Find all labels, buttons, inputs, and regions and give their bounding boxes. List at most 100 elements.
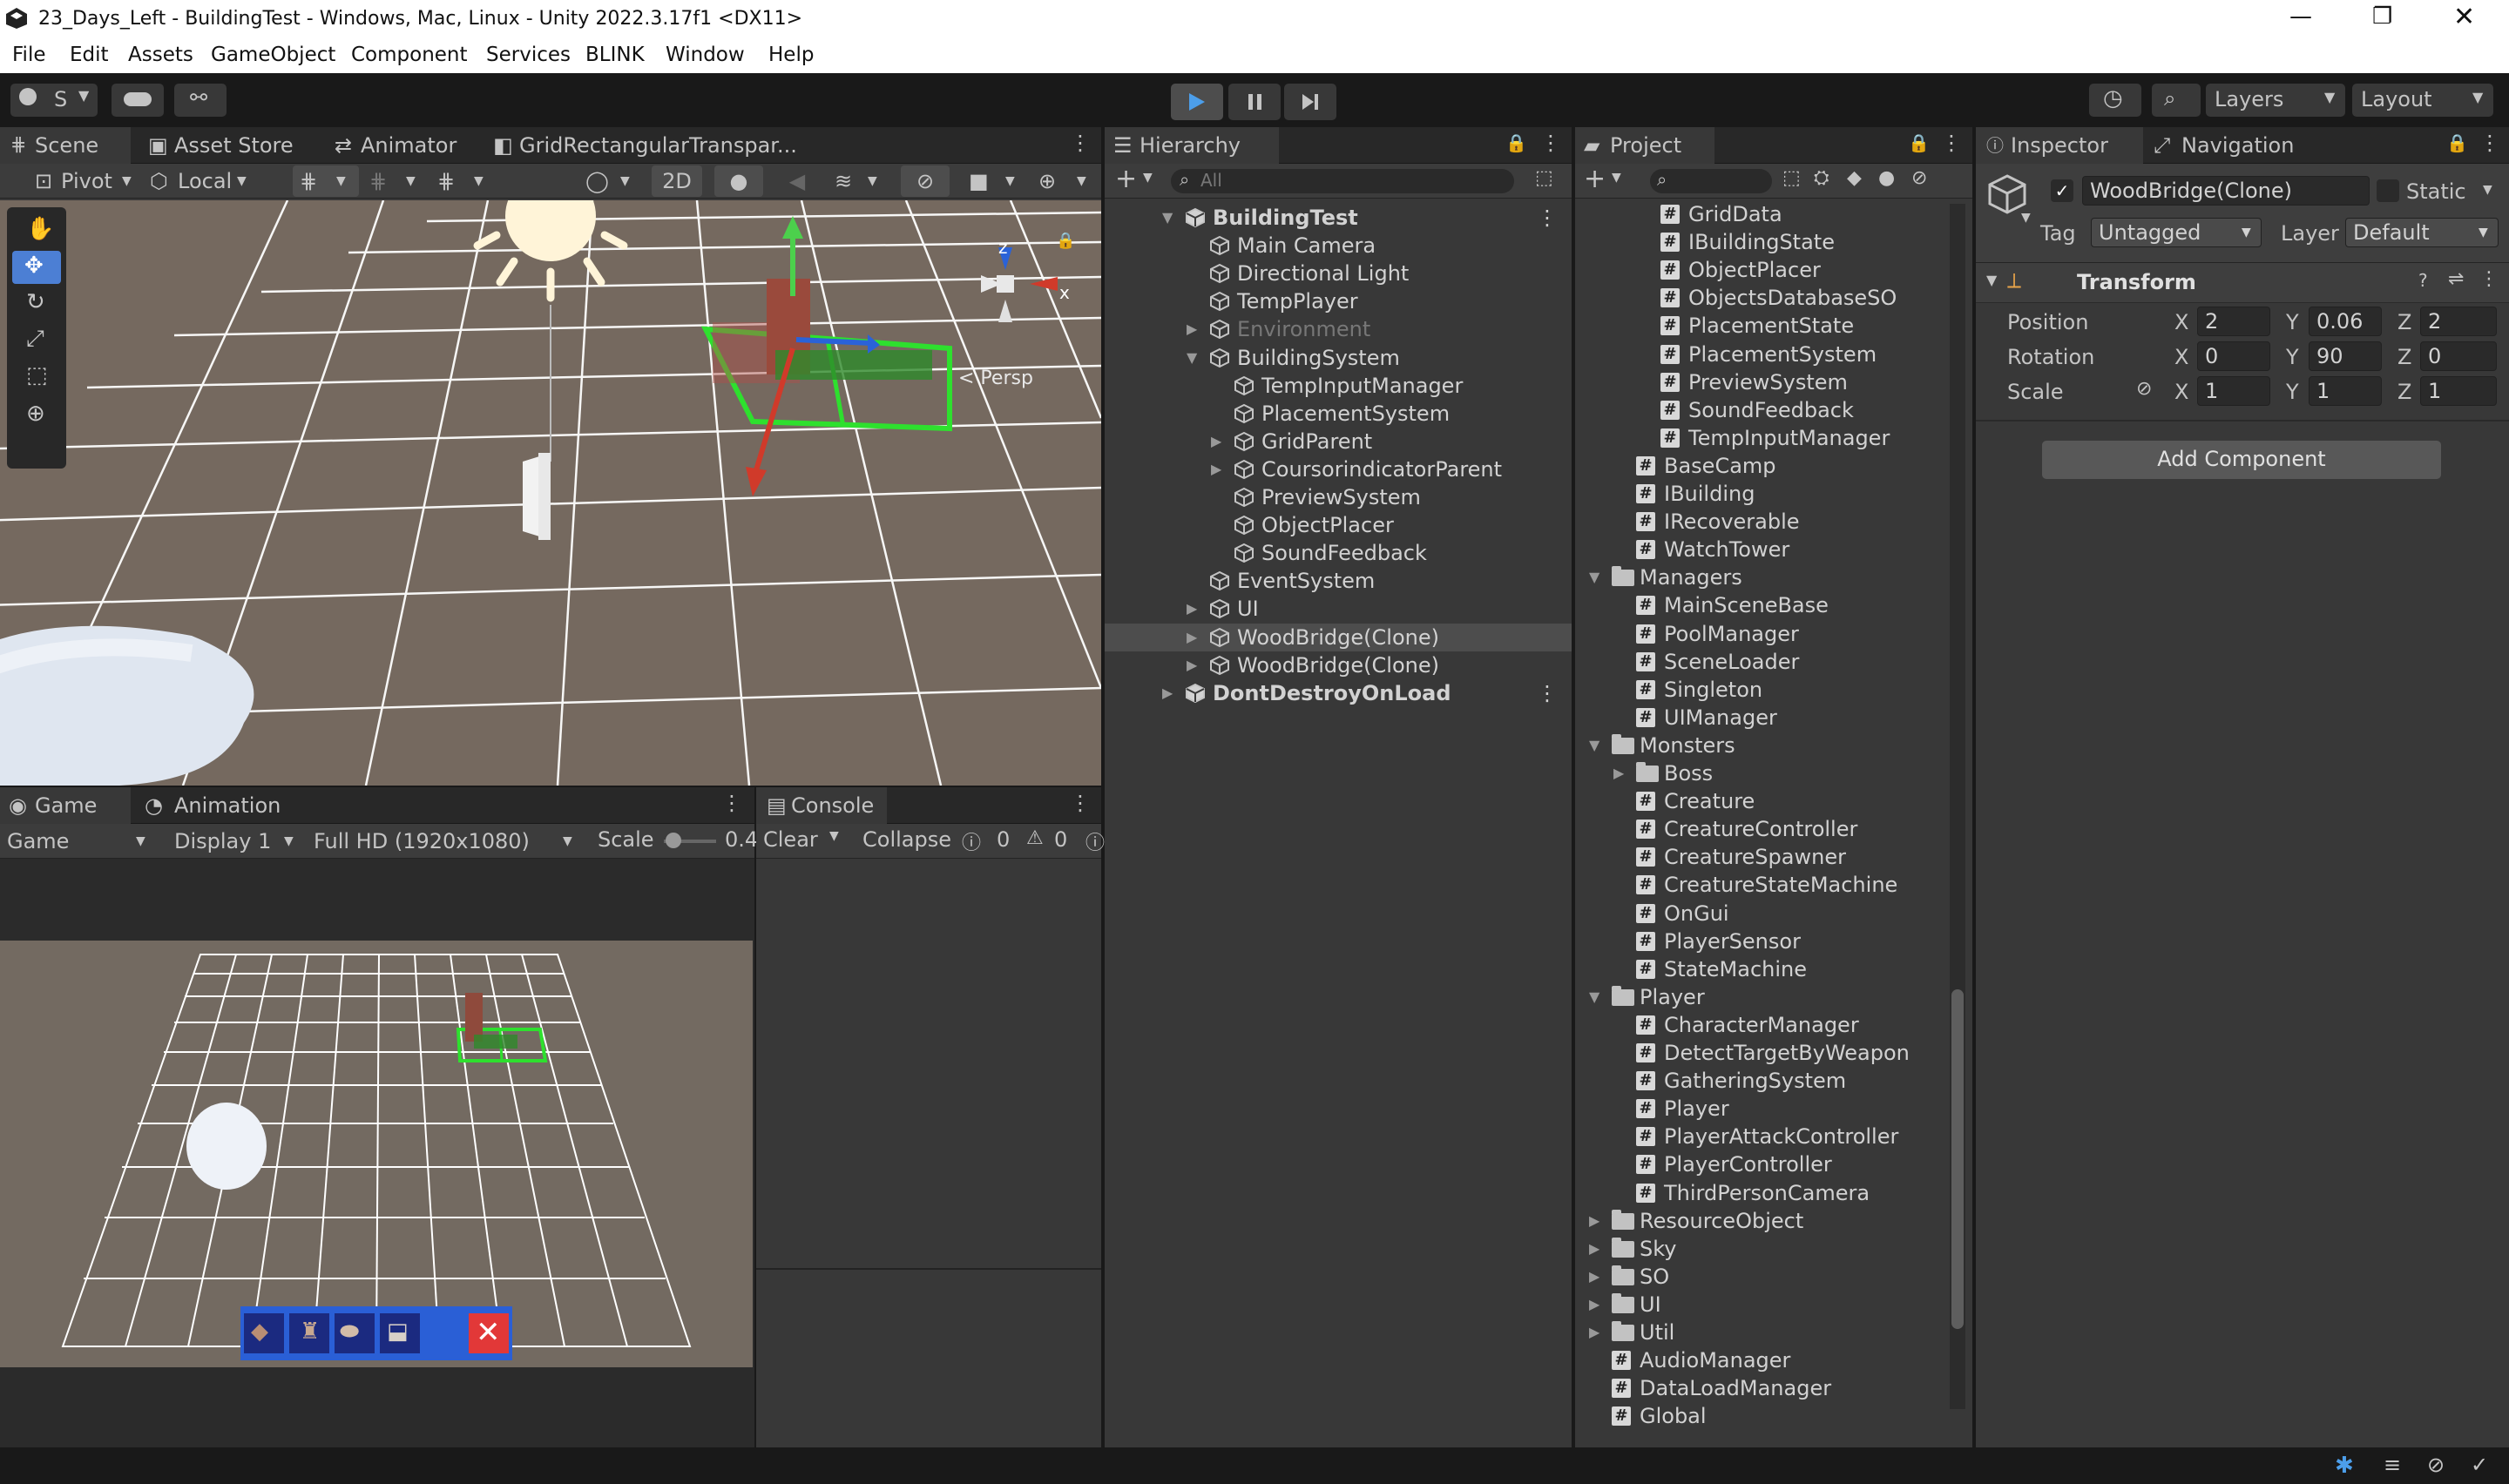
bug-icon[interactable]: ✱ xyxy=(2335,1453,2354,1479)
chevron-down-icon[interactable]: ▼ xyxy=(2021,211,2031,225)
project-item[interactable]: ▼ Player xyxy=(1575,983,1972,1011)
game-mode-dropdown[interactable]: Game ▼ xyxy=(7,826,155,857)
info-count[interactable]: 0 xyxy=(997,827,1010,852)
close-button[interactable]: ✕ xyxy=(2453,2,2475,32)
2d-toggle[interactable]: 2D xyxy=(652,165,702,197)
project-item[interactable]: # BaseCamp xyxy=(1575,452,1972,480)
build-camp-button[interactable]: ⬓ xyxy=(380,1313,420,1353)
transform-header[interactable]: ▼ ⟂ Transform ? ⇌ ⋮ xyxy=(1976,263,2509,303)
tab-project[interactable]: ▰ Project xyxy=(1575,127,1714,164)
hierarchy-search-input[interactable]: ⌕ All xyxy=(1171,169,1514,193)
clear-button[interactable]: Clear xyxy=(763,827,818,852)
tab-grid-material[interactable]: ◧ GridRectangularTranspar... xyxy=(484,127,798,164)
cloud-button[interactable] xyxy=(112,84,164,117)
hierarchy-item[interactable]: SoundFeedback xyxy=(1105,539,1572,567)
tab-scene[interactable]: ⋕ Scene xyxy=(0,127,131,164)
display-dropdown[interactable]: Display 1 ▼ xyxy=(164,826,303,857)
play-button[interactable] xyxy=(1171,84,1223,120)
maximize-button[interactable]: ❐ xyxy=(2372,3,2392,30)
more-menu-icon[interactable]: ⋮ xyxy=(1070,791,1091,815)
project-item[interactable]: # PlacementState xyxy=(1575,312,1972,340)
expand-arrow-right-icon[interactable]: ▶ xyxy=(1187,651,1197,679)
hierarchy-item[interactable]: PreviewSystem xyxy=(1105,483,1572,511)
project-item[interactable]: # IBuildingState xyxy=(1575,228,1972,256)
project-item[interactable]: # UIManager xyxy=(1575,704,1972,732)
hierarchy-item[interactable]: ▶ CoursorindicatorParent xyxy=(1105,455,1572,483)
layer-dropdown[interactable]: Default ▼ xyxy=(2345,218,2499,247)
project-item[interactable]: ▶ UI xyxy=(1575,1291,1972,1319)
project-item[interactable]: ▶ Sky xyxy=(1575,1235,1972,1263)
hierarchy-item[interactable]: ▶ DontDestroyOnLoad ⋮ xyxy=(1105,679,1572,707)
add-icon[interactable]: + xyxy=(1584,164,1606,194)
project-item[interactable]: # CharacterManager xyxy=(1575,1011,1972,1039)
expand-arrow-down-icon[interactable]: ▼ xyxy=(1187,344,1197,372)
project-item[interactable]: # WatchTower xyxy=(1575,536,1972,563)
rotation-z-field[interactable]: 0 xyxy=(2420,341,2497,371)
grid-snap-toggle[interactable]: ⋕ ▼ xyxy=(293,165,359,197)
hierarchy-item[interactable]: ▼ BuildingSystem xyxy=(1105,344,1572,372)
persp-label[interactable]: < Persp xyxy=(958,368,1033,389)
hierarchy-item[interactable]: ▶ UI xyxy=(1105,595,1572,623)
expand-arrow-right-icon[interactable]: ▶ xyxy=(1187,595,1197,623)
layout-dropdown[interactable]: Layout ▼ xyxy=(2352,84,2493,117)
project-item[interactable]: # CreatureStateMachine xyxy=(1575,871,1972,899)
project-item[interactable]: # PreviewSystem xyxy=(1575,368,1972,396)
lock-icon[interactable]: 🔒 xyxy=(1505,132,1527,153)
hierarchy-item[interactable]: ▶ WoodBridge(Clone) xyxy=(1105,623,1572,651)
local-dropdown[interactable]: ⬡ Local ▼ xyxy=(146,165,254,197)
project-item[interactable]: # Creature xyxy=(1575,787,1972,815)
tab-navigation[interactable]: ⤢ Navigation (Obsolete) xyxy=(2147,127,2408,194)
project-item[interactable]: ▶ SO xyxy=(1575,1263,1972,1291)
add-component-button[interactable]: Add Component xyxy=(2042,441,2441,479)
build-tower-button[interactable]: ♜ xyxy=(289,1313,329,1353)
more-menu-icon[interactable]: ⋮ xyxy=(2479,268,2499,290)
camera-dropdown[interactable]: ■ ▼ xyxy=(965,165,1026,197)
game-viewport[interactable]: ◆ ♜ ⬬ ⬓ ✕ xyxy=(0,941,753,1367)
tab-game[interactable]: ◉ Game xyxy=(0,787,131,824)
menu-file[interactable]: File xyxy=(12,44,46,66)
position-x-field[interactable]: 2 xyxy=(2197,307,2270,336)
alert-icon[interactable]: ● xyxy=(1878,167,1895,189)
tab-animator[interactable]: ⇄ Animator xyxy=(326,127,474,164)
tag-dropdown[interactable]: Untagged ▼ xyxy=(2091,218,2262,247)
rotate-tool-icon[interactable]: ↻ xyxy=(26,289,45,315)
project-item[interactable]: # PlacementSystem xyxy=(1575,341,1972,368)
hierarchy-item[interactable]: ObjectPlacer xyxy=(1105,511,1572,539)
project-item[interactable]: # GridData xyxy=(1575,200,1972,228)
project-scrollbar-thumb[interactable] xyxy=(1951,989,1964,1329)
rotation-x-field[interactable]: 0 xyxy=(2197,341,2270,371)
tab-console[interactable]: ▤ Console xyxy=(756,787,887,824)
minimize-button[interactable]: — xyxy=(2289,3,2312,30)
expand-arrow-right-icon[interactable]: ▶ xyxy=(1162,679,1173,707)
expand-arrow-right-icon[interactable]: ▶ xyxy=(1187,315,1197,343)
network-icon[interactable]: ⊘ xyxy=(2427,1453,2445,1477)
resolution-dropdown[interactable]: Full HD (1920x1080) ▼ xyxy=(310,826,582,857)
expand-arrow-right-icon[interactable]: ▶ xyxy=(1589,1319,1599,1346)
filter-type-icon[interactable]: ⛭ xyxy=(1814,167,1829,189)
project-item[interactable]: # CreatureSpawner xyxy=(1575,843,1972,871)
rect-tool-icon[interactable]: ⬚ xyxy=(26,362,48,388)
project-item[interactable]: # ObjectsDatabaseSO xyxy=(1575,284,1972,312)
more-menu-icon[interactable]: ⋮ xyxy=(721,791,742,815)
menu-gameobject[interactable]: GameObject xyxy=(211,44,335,66)
expand-arrow-down-icon[interactable]: ▼ xyxy=(1589,983,1599,1011)
scale-x-field[interactable]: 1 xyxy=(2197,376,2270,406)
presets-icon[interactable]: ⇌ xyxy=(2448,268,2464,290)
project-item[interactable]: # IRecoverable xyxy=(1575,508,1972,536)
project-item[interactable]: # SceneLoader xyxy=(1575,648,1972,676)
menu-assets[interactable]: Assets xyxy=(128,44,193,66)
project-item[interactable]: # PoolManager xyxy=(1575,620,1972,648)
expand-arrow-right-icon[interactable]: ▶ xyxy=(1187,624,1197,651)
project-item[interactable]: # PlayerAttackController xyxy=(1575,1123,1972,1150)
expand-arrow-down-icon[interactable]: ▼ xyxy=(1589,563,1599,591)
chevron-down-icon[interactable]: ▼ xyxy=(2483,183,2492,197)
chevron-down-icon[interactable]: ▼ xyxy=(829,829,839,843)
menu-edit[interactable]: Edit xyxy=(70,44,109,66)
hidden-packages-icon[interactable]: ⊘ xyxy=(1911,167,1927,189)
lighting-toggle[interactable]: ● xyxy=(714,165,763,197)
project-item[interactable]: # Singleton xyxy=(1575,676,1972,704)
expand-arrow-right-icon[interactable]: ▶ xyxy=(1211,428,1221,455)
grid-visibility-dropdown[interactable]: ⋕ ▼ xyxy=(434,165,495,197)
menu-blink[interactable]: BLINK xyxy=(585,44,645,66)
tab-animation[interactable]: ◔ Animation xyxy=(139,787,296,824)
